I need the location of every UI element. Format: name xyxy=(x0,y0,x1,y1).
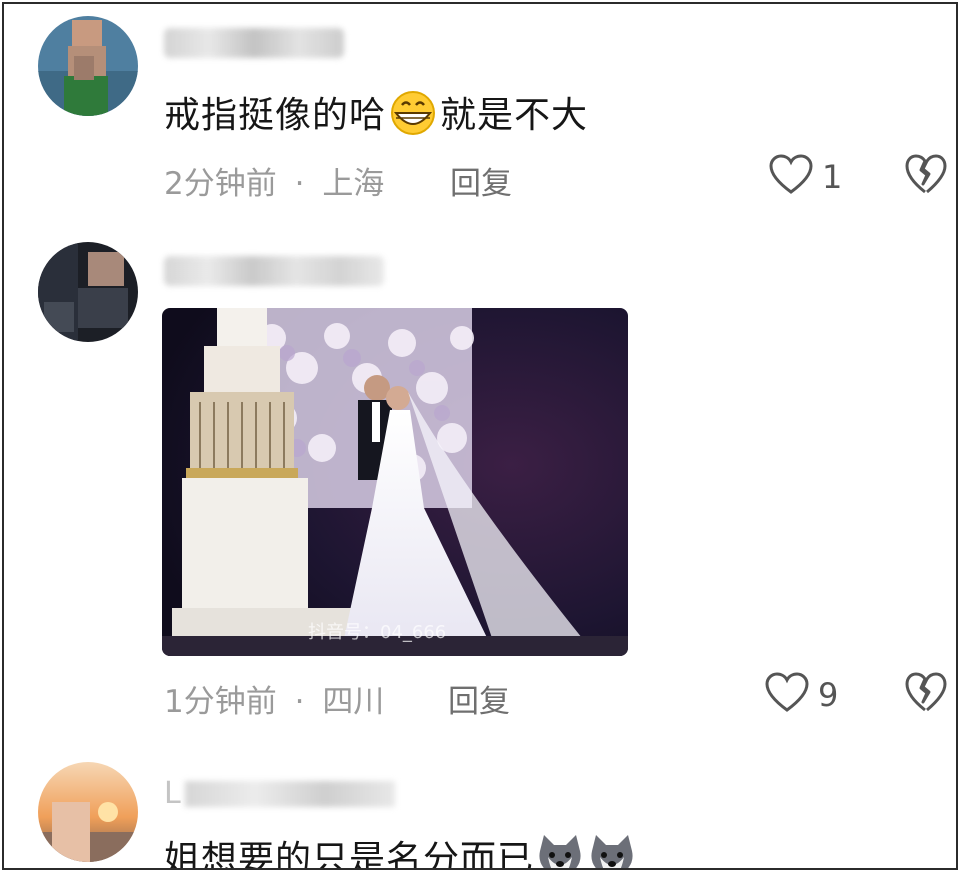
reply-button[interactable]: 回复 xyxy=(450,158,512,203)
grinning-face-emoji-icon xyxy=(386,90,440,144)
comment-text: 戒指挺像的哈 就是不大 xyxy=(164,86,588,144)
separator: · xyxy=(294,684,305,720)
comment-image[interactable]: 抖音号：04_666 xyxy=(162,308,628,656)
broken-heart-icon xyxy=(904,672,948,718)
comment-meta: 2分钟前 · 上海 xyxy=(164,158,384,203)
avatar[interactable] xyxy=(38,16,138,116)
dog-face-icon xyxy=(586,833,638,868)
comment-meta: 1分钟前 · 四川 xyxy=(164,676,384,721)
location: 四川 xyxy=(322,684,385,720)
avatar[interactable] xyxy=(38,762,138,862)
comment-list: 戒指挺像的哈 就是不大 2分钟前 · 上海 回复 1 抖音号：04_666 1分… xyxy=(2,2,958,870)
separator: · xyxy=(294,166,305,202)
timestamp: 1分钟前 xyxy=(164,684,277,720)
reply-button[interactable]: 回复 xyxy=(448,676,510,721)
dog-face-icon xyxy=(534,833,586,868)
username-blurred[interactable] xyxy=(164,256,384,286)
username-partial[interactable]: L xyxy=(164,776,395,811)
comment-text: 姐想要的只是名分而已 xyxy=(164,830,638,868)
username-blurred[interactable] xyxy=(164,28,344,58)
like-button[interactable]: 1 xyxy=(768,154,842,200)
like-count: 1 xyxy=(822,158,843,196)
heart-outline-icon xyxy=(768,154,814,200)
like-count: 9 xyxy=(818,676,839,714)
dislike-button[interactable] xyxy=(904,154,948,200)
timestamp: 2分钟前 xyxy=(164,166,277,202)
broken-heart-icon xyxy=(904,154,948,200)
username-blurred xyxy=(184,780,395,807)
avatar[interactable] xyxy=(38,242,138,342)
like-button[interactable]: 9 xyxy=(764,672,838,718)
dislike-button[interactable] xyxy=(904,672,948,718)
heart-outline-icon xyxy=(764,672,810,718)
location: 上海 xyxy=(322,166,385,202)
image-watermark: 抖音号：04_666 xyxy=(308,622,447,643)
